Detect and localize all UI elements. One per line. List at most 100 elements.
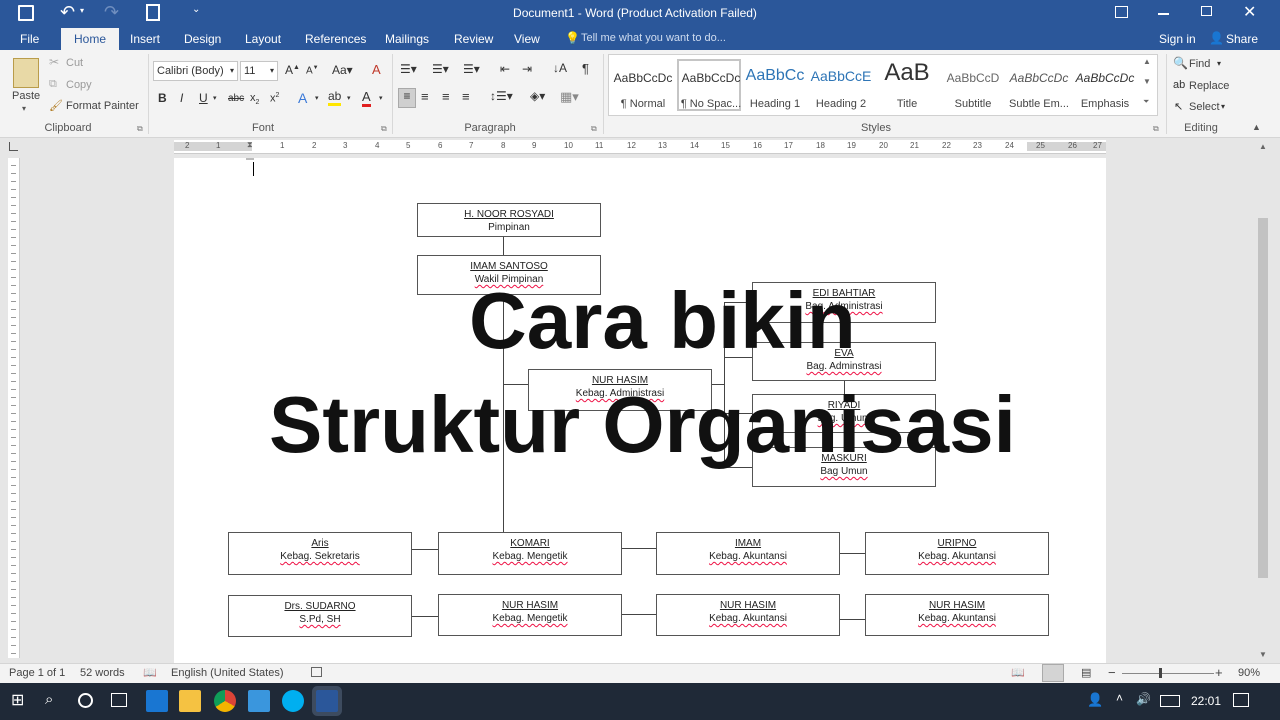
cut-button[interactable]: Cut: [66, 57, 83, 69]
horizontal-ruler[interactable]: 2 1 1 2 3 4 5 6 7 8 9 10 11 12 13 14 15 …: [174, 140, 1106, 154]
tray-chevron-icon[interactable]: ˄: [1116, 691, 1123, 705]
multilevel-list-icon[interactable]: ☰▾: [463, 62, 480, 76]
org-box-row2[interactable]: Drs. SUDARNO S.Pd, SH: [228, 595, 412, 637]
style-title[interactable]: AaB Title: [875, 59, 939, 113]
task-view-icon[interactable]: [111, 693, 127, 707]
org-box-row1[interactable]: IMAM Kebag. Akuntansi: [656, 532, 840, 575]
maximize-icon[interactable]: [1201, 6, 1212, 16]
vertical-ruler[interactable]: [8, 158, 20, 658]
gallery-more-icon[interactable]: ⏷: [1143, 97, 1149, 107]
chrome-taskbar-icon[interactable]: [214, 690, 236, 712]
redo-icon[interactable]: ↷: [104, 2, 119, 22]
indent-marker-icon[interactable]: ⧗: [247, 140, 253, 150]
org-box-row2[interactable]: NUR HASIM Kebag. Mengetik: [438, 594, 622, 636]
tab-view[interactable]: View: [508, 28, 546, 50]
align-right-icon[interactable]: ≡: [442, 89, 450, 104]
zoom-slider[interactable]: [1122, 673, 1214, 674]
style-emphasis[interactable]: AaBbCcDc Emphasis: [1073, 61, 1137, 113]
gallery-scroll-up-icon[interactable]: ▲: [1143, 57, 1151, 66]
font-color-icon[interactable]: A: [362, 89, 371, 107]
line-spacing-icon[interactable]: ↕☰▾: [490, 89, 513, 103]
format-painter-button[interactable]: Format Painter: [66, 100, 139, 112]
people-icon[interactable]: 👤: [1087, 692, 1103, 708]
strikethrough-icon[interactable]: abc: [228, 93, 244, 104]
org-box-row1[interactable]: KOMARI Kebag. Mengetik: [438, 532, 622, 575]
volume-icon[interactable]: 🔊: [1136, 692, 1151, 706]
tab-file[interactable]: File: [14, 28, 45, 50]
shading-icon[interactable]: ◈▾: [530, 89, 545, 103]
print-layout-icon[interactable]: [1042, 664, 1064, 682]
document-page[interactable]: H. NOOR ROSYADI Pimpinan IMAM SANTOSO Wa…: [174, 158, 1106, 663]
subscript-icon[interactable]: x2: [250, 92, 259, 106]
org-box-row1[interactable]: Aris Kebag. Sekretaris: [228, 532, 412, 575]
tab-selector-icon[interactable]: [9, 142, 18, 151]
font-name-select[interactable]: Calibri (Body) ▾: [153, 61, 238, 81]
org-box-row2[interactable]: NUR HASIM Kebag. Akuntansi: [865, 594, 1049, 636]
macro-icon[interactable]: [311, 667, 322, 677]
remote-desktop-taskbar-icon[interactable]: [248, 690, 270, 712]
font-launcher-icon[interactable]: ⧉: [381, 124, 387, 134]
notifications-icon[interactable]: [1233, 693, 1249, 707]
tab-design[interactable]: Design: [178, 28, 227, 50]
replace-button[interactable]: Replace: [1189, 80, 1229, 92]
windows-start-icon[interactable]: ⊞: [11, 693, 24, 709]
styles-launcher-icon[interactable]: ⧉: [1153, 124, 1159, 134]
shrink-font-icon[interactable]: A▼: [306, 65, 319, 76]
ribbon-display-icon[interactable]: [1115, 6, 1128, 18]
underline-dropdown-icon[interactable]: ▾: [213, 94, 217, 102]
undo-icon[interactable]: ↶: [60, 2, 75, 22]
paragraph-launcher-icon[interactable]: ⧉: [591, 124, 597, 134]
tab-layout[interactable]: Layout: [239, 28, 287, 50]
bold-icon[interactable]: B: [158, 91, 167, 105]
sort-icon[interactable]: ↓A: [553, 61, 567, 75]
tab-home[interactable]: Home: [61, 28, 120, 50]
style-heading-1[interactable]: AaBbCc Heading 1: [743, 61, 807, 113]
scroll-down-icon[interactable]: ▼: [1259, 650, 1267, 659]
tell-me-input[interactable]: Tell me what you want to do...: [581, 32, 726, 44]
undo-dropdown-icon[interactable]: ▾: [80, 6, 84, 15]
tab-references[interactable]: References: [299, 28, 372, 50]
tab-mailings[interactable]: Mailings: [379, 28, 435, 50]
numbering-icon[interactable]: ☰▾: [432, 62, 449, 76]
clipboard-launcher-icon[interactable]: ⧉: [137, 124, 143, 134]
page-count[interactable]: Page 1 of 1: [9, 667, 65, 679]
decrease-indent-icon[interactable]: ⇤: [500, 62, 510, 76]
find-dropdown-icon[interactable]: ▾: [1217, 59, 1221, 68]
select-dropdown-icon[interactable]: ▾: [1221, 102, 1225, 111]
org-box-row1[interactable]: URIPNO Kebag. Akuntansi: [865, 532, 1049, 575]
customize-qat-icon[interactable]: ⌄: [192, 4, 200, 15]
copy-button[interactable]: Copy: [66, 79, 92, 91]
save-icon[interactable]: [18, 5, 34, 21]
share-button[interactable]: Share: [1226, 32, 1258, 46]
zoom-level[interactable]: 90%: [1238, 667, 1260, 679]
borders-icon[interactable]: ▦▾: [560, 89, 579, 105]
select-button[interactable]: Select: [1189, 101, 1220, 113]
bullets-icon[interactable]: ☰▾: [400, 62, 417, 76]
skype-taskbar-icon[interactable]: [282, 690, 304, 712]
clear-formatting-icon[interactable]: A: [372, 62, 381, 77]
org-box-top[interactable]: H. NOOR ROSYADI Pimpinan: [417, 203, 601, 237]
org-box-row2[interactable]: NUR HASIM Kebag. Akuntansi: [656, 594, 840, 636]
keyboard-icon[interactable]: [1160, 695, 1180, 707]
change-case-icon[interactable]: Aa▾: [332, 63, 353, 77]
gallery-scroll-down-icon[interactable]: ▼: [1143, 77, 1151, 86]
read-mode-icon[interactable]: 📖: [1011, 666, 1025, 679]
style-no-spacing[interactable]: AaBbCcDc ¶ No Spac...: [677, 59, 741, 111]
sign-in-link[interactable]: Sign in: [1159, 32, 1196, 46]
paste-dropdown-icon[interactable]: ▾: [22, 104, 26, 113]
zoom-in-icon[interactable]: +: [1215, 665, 1223, 680]
underline-icon[interactable]: U: [199, 91, 208, 105]
web-layout-icon[interactable]: ▤: [1081, 666, 1091, 679]
scroll-thumb[interactable]: [1258, 218, 1268, 578]
align-center-icon[interactable]: ≡: [421, 89, 429, 104]
text-effects-dropdown-icon[interactable]: ▾: [315, 94, 319, 102]
close-icon[interactable]: ✕: [1243, 2, 1256, 22]
text-effects-icon[interactable]: A: [298, 90, 307, 106]
find-button[interactable]: Find: [1189, 58, 1210, 70]
file-explorer-taskbar-icon[interactable]: [179, 690, 201, 712]
font-size-select[interactable]: 11 ▾: [240, 61, 278, 81]
tab-review[interactable]: Review: [448, 28, 499, 50]
clock[interactable]: 22:01: [1191, 694, 1221, 708]
font-color-dropdown-icon[interactable]: ▾: [379, 94, 383, 102]
word-count[interactable]: 52 words: [80, 667, 125, 679]
